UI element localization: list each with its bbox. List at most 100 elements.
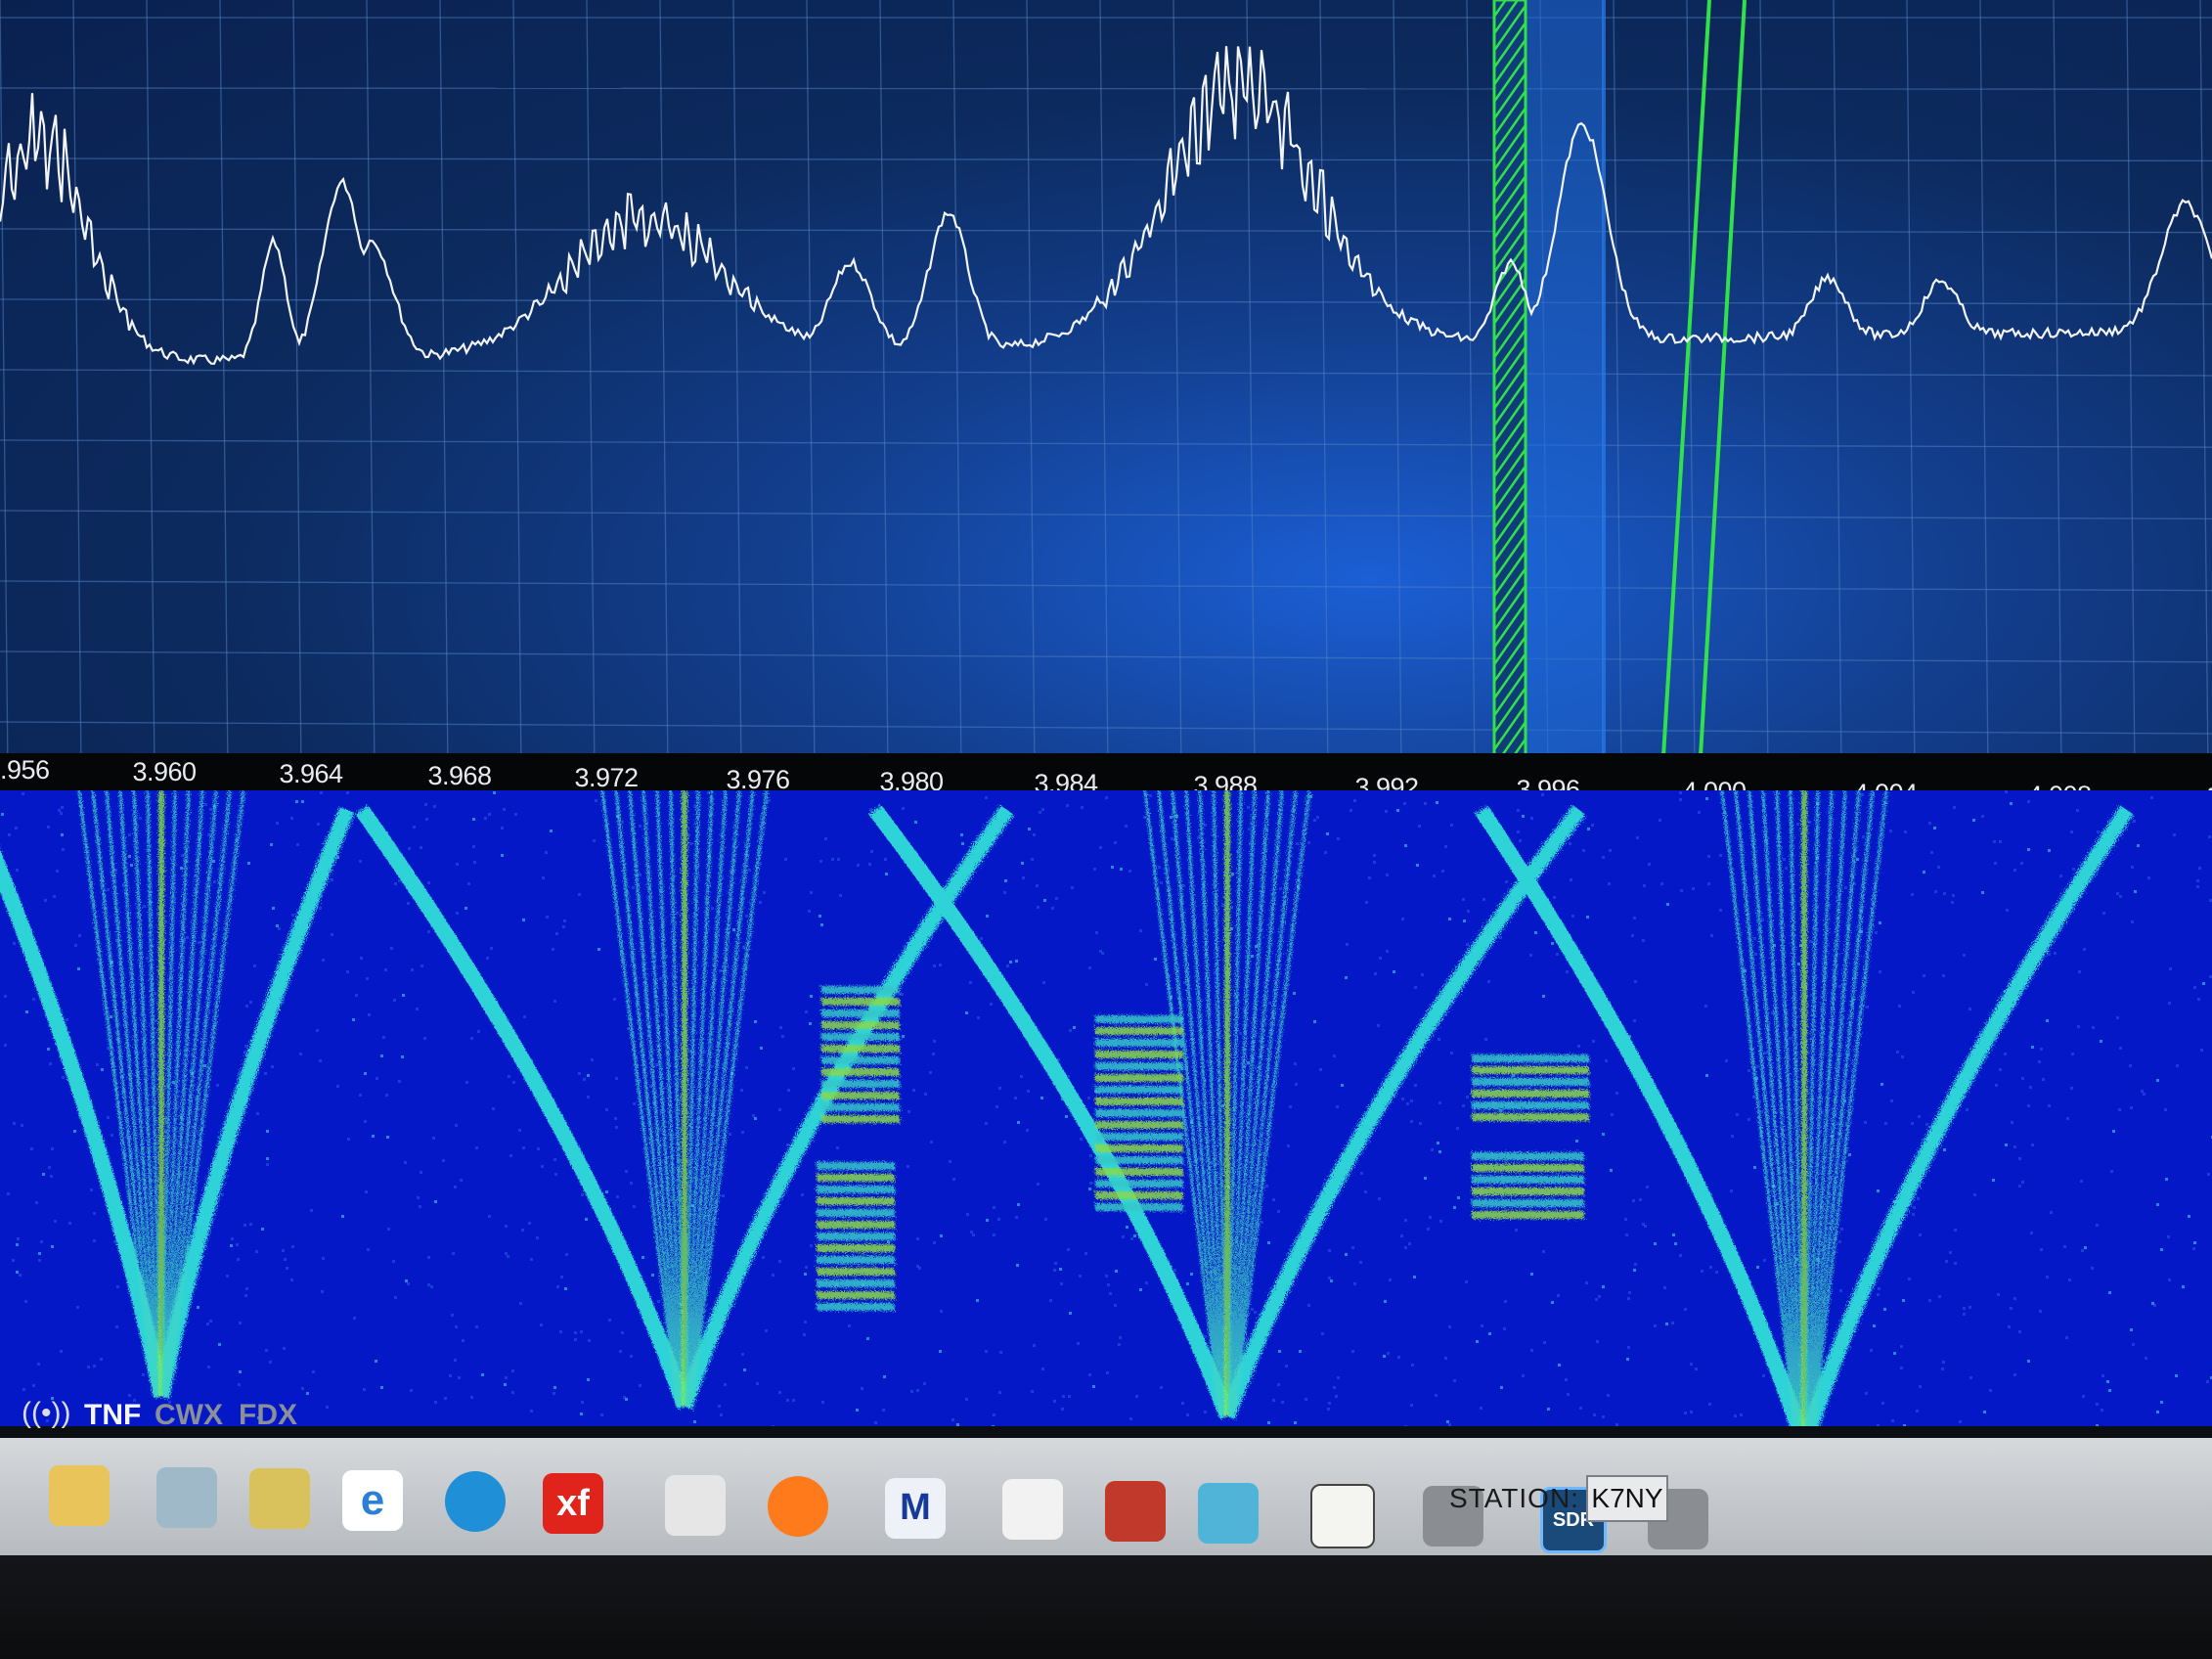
digital-signal-block: [821, 1056, 900, 1064]
grid-line-v: [1906, 0, 1916, 773]
digital-signal-block: [1095, 1156, 1183, 1164]
carrier-line: [77, 790, 156, 1398]
digital-signal-block: [821, 1092, 900, 1099]
digital-signal-block: [817, 1174, 895, 1182]
digital-signal-block: [1095, 1027, 1183, 1035]
digital-signal-block: [821, 1068, 900, 1076]
cwx-button[interactable]: CWX: [155, 1399, 223, 1432]
digital-signal-block: [1472, 1176, 1584, 1184]
grid-line-v: [1833, 0, 1842, 773]
grid-line-v: [146, 0, 155, 773]
station-callsign-field[interactable]: K7NY: [1586, 1475, 1668, 1522]
digital-signal-block: [817, 1268, 895, 1276]
sweep-trace: [355, 805, 692, 1410]
gauge-app-icon[interactable]: [1310, 1484, 1375, 1549]
digital-signal-block: [821, 1045, 900, 1053]
waterfall-noise: [1, 790, 2212, 1426]
file-explorer-icon[interactable]: [49, 1465, 110, 1526]
grid-line-v: [2199, 0, 2209, 773]
digital-signal-block: [821, 986, 900, 994]
slice-marker-a: [1660, 0, 1711, 773]
m-app-icon[interactable]: M: [885, 1477, 946, 1539]
firefox-icon[interactable]: [768, 1476, 828, 1538]
grid-line-v: [512, 0, 522, 773]
digital-signal-block: [1095, 1051, 1183, 1058]
grid-line-h: [0, 87, 2212, 90]
digital-signal-block: [1472, 1113, 1589, 1121]
grid-line-v: [439, 0, 449, 773]
swiss-knife-icon[interactable]: [1105, 1481, 1166, 1542]
grid-line-v: [2126, 0, 2136, 773]
grid-line-v: [732, 0, 742, 773]
digital-signal-block: [1472, 1211, 1584, 1219]
digital-signal-block: [1095, 1062, 1183, 1070]
grid-line-h: [0, 721, 2212, 735]
grid-line-h: [0, 650, 2212, 663]
snipping-tool-icon[interactable]: [665, 1474, 726, 1536]
digital-signal-block: [821, 1115, 900, 1123]
digital-signal-block: [817, 1291, 895, 1299]
digital-signal-block: [817, 1162, 895, 1170]
sdr-screen: 3.9563.9603.9643.9683.9723.9763.9803.984…: [0, 0, 2212, 1659]
digital-signal-block: [817, 1303, 895, 1311]
digital-signal-block: [1095, 1086, 1183, 1094]
grid-line-v: [879, 0, 889, 773]
mode-strip: ((•)) TNF CWX FDX: [0, 1389, 587, 1438]
digital-signal-block: [817, 1233, 895, 1240]
internet-explorer-icon[interactable]: e: [342, 1469, 403, 1531]
grid-line-v: [952, 0, 962, 773]
edge-icon[interactable]: [445, 1471, 506, 1533]
digital-signal-block: [821, 1021, 900, 1029]
grid-line-v: [586, 0, 596, 773]
digital-signal-block: [1095, 1109, 1183, 1117]
frequency-scale[interactable]: 3.9563.9603.9643.9683.9723.9763.9803.984…: [0, 753, 2212, 812]
carrier-line: [600, 790, 680, 1408]
grid-line-v: [1759, 0, 1769, 773]
waterfall[interactable]: [0, 790, 2212, 1426]
sweep-trace: [1802, 805, 2134, 1426]
grid-line-h: [0, 228, 2212, 234]
digital-signal-block: [1472, 1101, 1589, 1109]
taskbar-glyph: xf: [556, 1482, 590, 1524]
grid-line-v: [659, 0, 669, 773]
digital-signal-block: [1095, 1015, 1183, 1023]
fdx-button[interactable]: FDX: [239, 1399, 297, 1432]
digital-signal-block: [1095, 1203, 1183, 1211]
grid-line-h: [0, 369, 2212, 377]
spectrum-trace: [0, 46, 2212, 366]
grid-line-v: [366, 0, 376, 773]
digital-signal-block: [1095, 1168, 1183, 1176]
rx-slice-filter-edge: [1602, 0, 1606, 773]
digital-signal-block: [817, 1197, 895, 1205]
freq-tick-label: 3.968: [427, 761, 492, 790]
slice-marker-b: [1698, 0, 1747, 773]
drive-icon[interactable]: [1002, 1479, 1063, 1541]
folder-docs-icon[interactable]: [249, 1468, 310, 1530]
grid-line-v: [1466, 0, 1476, 773]
grid-line-v: [72, 0, 82, 773]
panadapter-plot: [0, 0, 2212, 773]
taskbar-glyph: e: [360, 1475, 385, 1524]
antenna-icon: ((•)): [22, 1397, 71, 1429]
monitor-bezel: [0, 1555, 2212, 1659]
tx-slice-marker: [1492, 0, 1527, 773]
grid-line-v: [806, 0, 816, 773]
xf-app-icon[interactable]: xf: [543, 1473, 603, 1534]
panadapter-grid: [0, 0, 2212, 773]
digital-signal-block: [1095, 1121, 1183, 1129]
digital-signal-block: [1472, 1090, 1589, 1098]
grid-line-v: [2053, 0, 2062, 773]
digital-signal-block: [1472, 1078, 1589, 1086]
meter-app-icon[interactable]: [1198, 1482, 1259, 1544]
grid-line-v: [1393, 0, 1402, 773]
digital-signal-block: [821, 1080, 900, 1088]
grid-line-v: [1613, 0, 1622, 773]
digital-signal-block: [1472, 1188, 1584, 1195]
freq-tick-label: 3.960: [132, 757, 197, 786]
notepad-icon[interactable]: [156, 1466, 217, 1528]
waterfall-plot: [0, 790, 2212, 1426]
grid-line-v: [1686, 0, 1696, 773]
grid-line-v: [1319, 0, 1329, 773]
tnf-button[interactable]: TNF: [84, 1399, 141, 1432]
panadapter[interactable]: [0, 0, 2212, 773]
